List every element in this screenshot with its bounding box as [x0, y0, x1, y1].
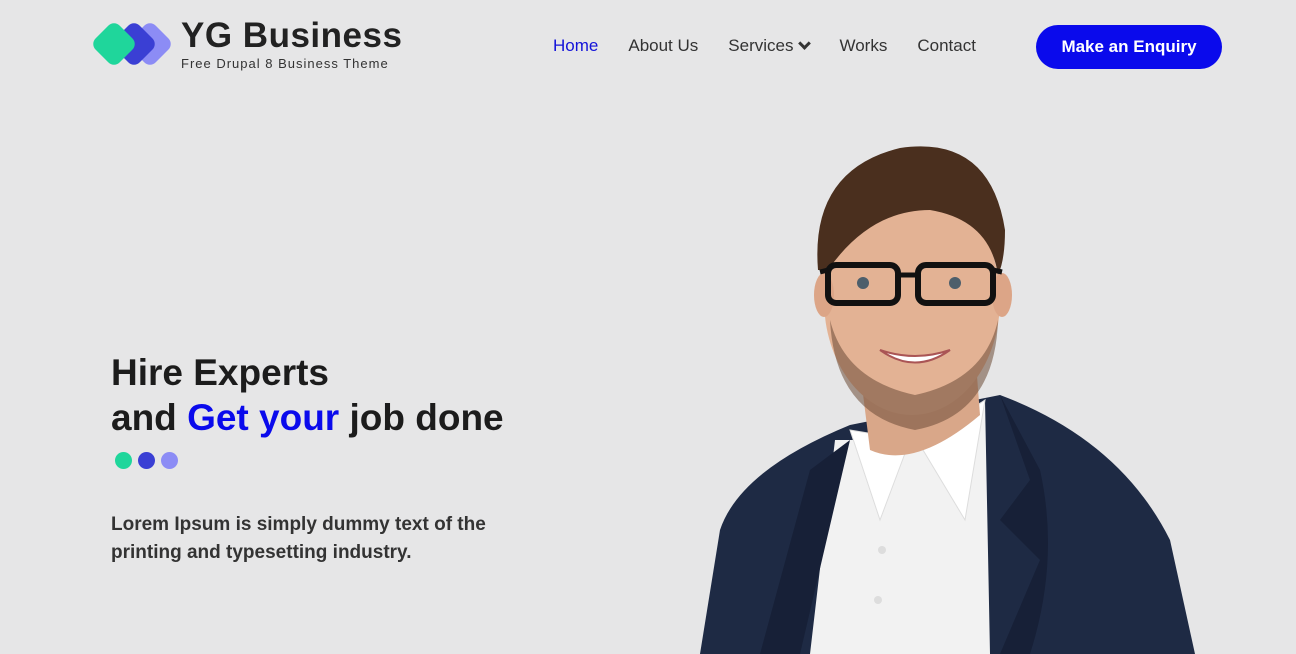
site-header: YG Business Free Drupal 8 Business Theme…	[0, 0, 1296, 95]
nav-item-home[interactable]: Home	[553, 36, 598, 56]
nav-item-contact[interactable]: Contact	[917, 36, 976, 56]
hero-section: Hire Experts and Get your job done Lorem…	[111, 350, 631, 567]
nav-item-works[interactable]: Works	[839, 36, 887, 56]
hero-heading: Hire Experts and Get your job done	[111, 352, 504, 438]
make-an-enquiry-button[interactable]: Make an Enquiry	[1036, 25, 1222, 69]
hero-person-image	[700, 146, 1195, 654]
nav-item-services[interactable]: Services	[728, 36, 812, 56]
hero-description: Lorem Ipsum is simply dummy text of the …	[111, 514, 486, 563]
logo-mark-icon	[89, 19, 175, 70]
decorative-dots	[115, 452, 631, 469]
main-nav: Home About Us Services Works Contact	[553, 36, 1006, 56]
brand-title: YG Business	[181, 16, 403, 55]
chevron-down-icon	[798, 37, 812, 50]
site-logo[interactable]: YG Business Free Drupal 8 Business Theme	[89, 16, 403, 71]
brand-subtitle: Free Drupal 8 Business Theme	[181, 56, 389, 71]
nav-item-about-us[interactable]: About Us	[628, 36, 698, 56]
